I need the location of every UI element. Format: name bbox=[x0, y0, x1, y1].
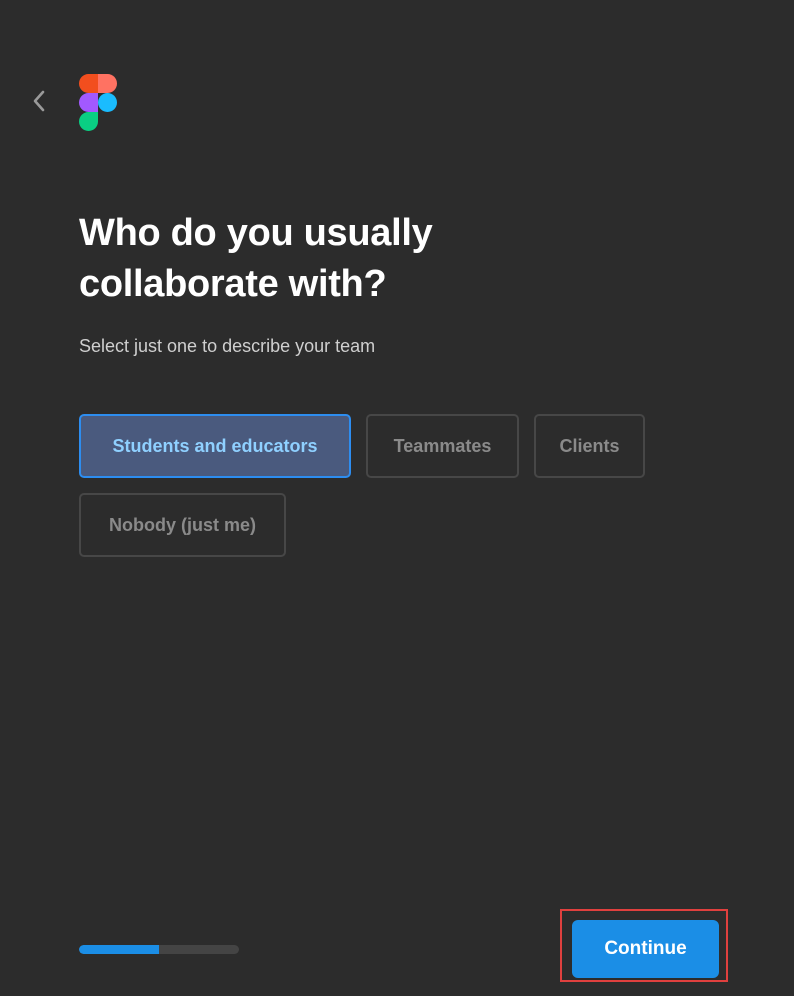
back-button[interactable] bbox=[26, 86, 52, 116]
option-clients[interactable]: Clients bbox=[534, 414, 645, 478]
page-subtitle: Select just one to describe your team bbox=[79, 336, 376, 356]
option-students-and-educators[interactable]: Students and educators bbox=[79, 414, 351, 478]
option-nobody[interactable]: Nobody (just me) bbox=[79, 493, 286, 557]
onboarding-screen: Who do you usually collaborate with? Sel… bbox=[0, 0, 794, 996]
page-title: Who do you usually collaborate with? bbox=[79, 212, 433, 305]
option-teammates[interactable]: Teammates bbox=[366, 414, 519, 478]
chevron-left-icon bbox=[33, 90, 45, 112]
figma-logo-icon bbox=[79, 74, 117, 131]
continue-button[interactable]: Continue bbox=[572, 920, 719, 978]
progress-bar-fill bbox=[79, 945, 159, 954]
progress-bar bbox=[79, 945, 239, 954]
